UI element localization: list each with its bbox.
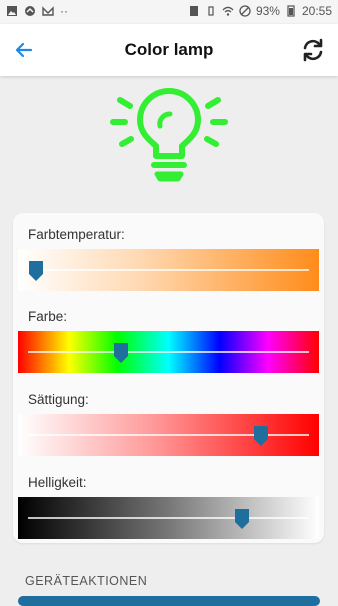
slider-track <box>28 351 309 353</box>
page-title: Color lamp <box>124 40 214 59</box>
color-hue-slider[interactable] <box>18 331 319 373</box>
sim-icon <box>189 6 198 16</box>
slider-thumb[interactable] <box>234 509 249 529</box>
color-temperature-label: Farbtemperatur: <box>28 227 125 242</box>
slider-thumb[interactable] <box>254 426 269 446</box>
slider-thumb[interactable] <box>113 343 128 363</box>
battery-percent: 93% <box>255 4 280 18</box>
saturation-label: Sättigung: <box>28 392 89 407</box>
slider-thumb[interactable] <box>29 261 44 281</box>
saturation-slider[interactable] <box>18 414 319 456</box>
mail-icon <box>42 6 54 16</box>
vibrate-icon <box>208 6 214 16</box>
wifi-icon <box>222 6 234 16</box>
lamp-controls-card: Farbtemperatur: Farbe: Sättigung: Hellig… <box>13 213 324 543</box>
color-label: Farbe: <box>28 309 68 324</box>
device-action-button[interactable] <box>18 596 320 606</box>
device-actions-section-title: GERÄTEAKTIONEN <box>25 574 148 588</box>
lightbulb-icon <box>110 88 228 182</box>
slider-track <box>28 517 309 519</box>
battery-icon <box>287 5 295 17</box>
status-bar-right: 93% 20:55 <box>188 4 332 18</box>
brightness-slider[interactable] <box>18 497 319 539</box>
do-not-disturb-icon <box>239 5 251 17</box>
status-bar-left: ·· <box>6 4 68 18</box>
status-dots: ·· <box>60 4 68 18</box>
slider-track <box>28 269 309 271</box>
status-bar: ·· 93% 20:55 <box>0 0 338 24</box>
app-icon <box>25 6 35 16</box>
refresh-icon <box>303 38 323 62</box>
color-temperature-slider[interactable] <box>18 249 319 291</box>
brightness-label: Helligkeit: <box>28 475 87 490</box>
app-bar: Color lamp <box>0 24 338 76</box>
refresh-button[interactable] <box>298 35 328 65</box>
clock: 20:55 <box>301 4 332 18</box>
image-icon <box>7 6 17 16</box>
